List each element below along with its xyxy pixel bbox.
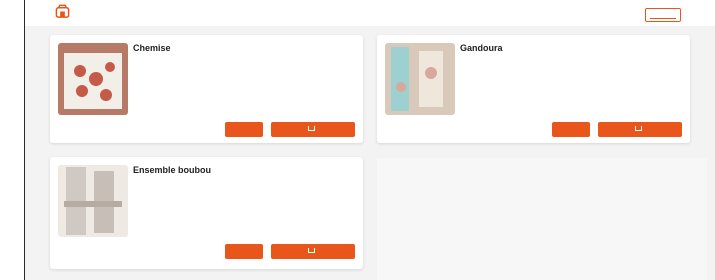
top-bar: [25, 0, 715, 26]
product-photo: [58, 43, 128, 115]
product-thumbnail[interactable]: [58, 165, 128, 237]
buy-button[interactable]: [552, 122, 590, 137]
left-rail: [0, 0, 25, 280]
product-card: Ensemble boubou: [50, 157, 363, 269]
add-to-cart-button[interactable]: [271, 122, 355, 137]
cart-icon: [308, 125, 315, 131]
top-bar-button[interactable]: [645, 8, 681, 22]
app-shell: Chemise Gandoura Ensemble boubou: [25, 0, 715, 280]
cart-icon: [635, 125, 642, 131]
add-to-cart-button[interactable]: [598, 122, 682, 137]
product-title[interactable]: Ensemble boubou: [133, 165, 211, 175]
top-bar-button-label: [650, 12, 676, 19]
store-logo-icon[interactable]: [55, 4, 70, 19]
buy-button[interactable]: [225, 244, 263, 259]
cart-icon: [308, 247, 315, 253]
product-thumbnail[interactable]: [385, 43, 455, 115]
buy-button[interactable]: [225, 122, 263, 137]
product-title[interactable]: Chemise: [133, 43, 171, 53]
product-card: Chemise: [50, 35, 363, 143]
product-title[interactable]: Gandoura: [460, 43, 503, 53]
product-card: Gandoura: [377, 35, 690, 143]
add-to-cart-button[interactable]: [271, 244, 355, 259]
empty-grid-area: [377, 158, 707, 280]
product-photo: [58, 165, 128, 237]
product-photo: [385, 43, 455, 115]
product-thumbnail[interactable]: [58, 43, 128, 115]
